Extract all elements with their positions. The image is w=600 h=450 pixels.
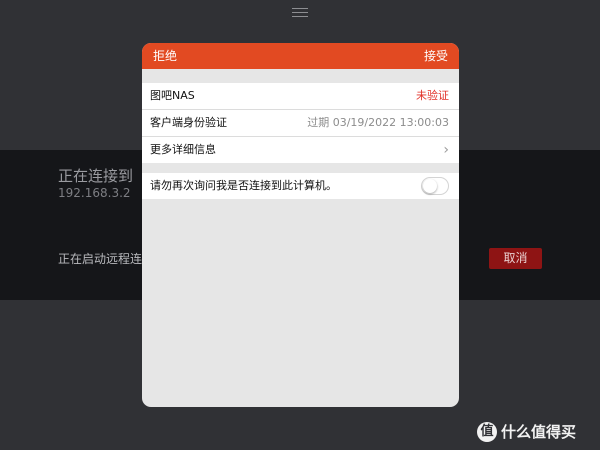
host-name: 图吧NAS xyxy=(150,89,195,102)
watermark: 值什么值得买 xyxy=(477,421,576,443)
menu-line xyxy=(292,12,308,13)
expiry-date: 过期 03/19/2022 13:00:03 xyxy=(307,116,449,129)
certificate-dialog: 拒绝 接受 图吧NAS 未验证 客户端身份验证 过期 03/19/2022 13… xyxy=(142,43,459,407)
accept-button[interactable]: 接受 xyxy=(424,43,448,69)
client-auth-label: 客户端身份验证 xyxy=(150,116,227,129)
dialog-header: 拒绝 接受 xyxy=(142,43,459,69)
menu-line xyxy=(292,8,308,9)
dont-ask-again-row: 请勿再次询问我是否连接到此计算机。 xyxy=(142,173,459,199)
details-group: 图吧NAS 未验证 客户端身份验证 过期 03/19/2022 13:00:03… xyxy=(142,83,459,163)
group-gap xyxy=(142,163,459,173)
connection-status: 正在启动远程连接 xyxy=(58,252,155,266)
smzdm-logo-icon: 值 xyxy=(477,421,497,442)
watermark-text: 什么值得买 xyxy=(501,423,577,441)
toggle-knob xyxy=(423,179,437,193)
more-details-row[interactable]: 更多详细信息 › xyxy=(142,137,459,163)
remote-desktop-screen: 正在连接到 192.168.3.2 正在启动远程连接 取消 拒绝 接受 图吧NA… xyxy=(0,0,600,450)
connection-title: 正在连接到 xyxy=(58,167,134,185)
verification-status: 未验证 xyxy=(416,89,449,102)
client-auth-row: 客户端身份验证 过期 03/19/2022 13:00:03 xyxy=(142,110,459,137)
menu-line xyxy=(292,16,308,17)
hamburger-menu-icon[interactable] xyxy=(292,8,308,20)
dont-ask-again-toggle[interactable] xyxy=(421,177,449,195)
dont-ask-again-label: 请勿再次询问我是否连接到此计算机。 xyxy=(150,179,337,192)
more-details-label: 更多详细信息 xyxy=(150,143,216,156)
chevron-right-icon: › xyxy=(443,142,449,158)
host-row: 图吧NAS 未验证 xyxy=(142,83,459,110)
cancel-button[interactable]: 取消 xyxy=(489,248,542,269)
connection-ip: 192.168.3.2 xyxy=(58,186,131,200)
header-gap xyxy=(142,69,459,83)
option-group: 请勿再次询问我是否连接到此计算机。 xyxy=(142,173,459,199)
reject-button[interactable]: 拒绝 xyxy=(153,43,177,69)
